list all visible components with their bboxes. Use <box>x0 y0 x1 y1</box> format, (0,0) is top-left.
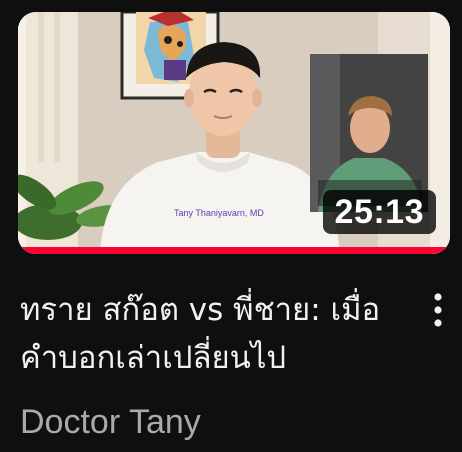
channel-name[interactable]: Doctor Tany <box>20 402 201 442</box>
watch-progress-bar <box>18 247 450 254</box>
shirt-caption: Tany Thaniyavarn, MD <box>174 208 264 218</box>
more-options-button[interactable] <box>420 286 456 334</box>
more-vert-icon <box>434 293 442 327</box>
video-card[interactable]: Tany Thaniyavarn, MD 25:13 ทราย สก๊อต vs… <box>0 0 462 452</box>
duration-badge: 25:13 <box>322 190 436 234</box>
video-thumbnail[interactable]: Tany Thaniyavarn, MD 25:13 <box>18 12 450 254</box>
watch-progress-fill <box>18 247 450 254</box>
video-title[interactable]: ทราย สก๊อต vs พี่ชาย: เมื่อคำบอกเล่าเปลี… <box>20 286 400 382</box>
